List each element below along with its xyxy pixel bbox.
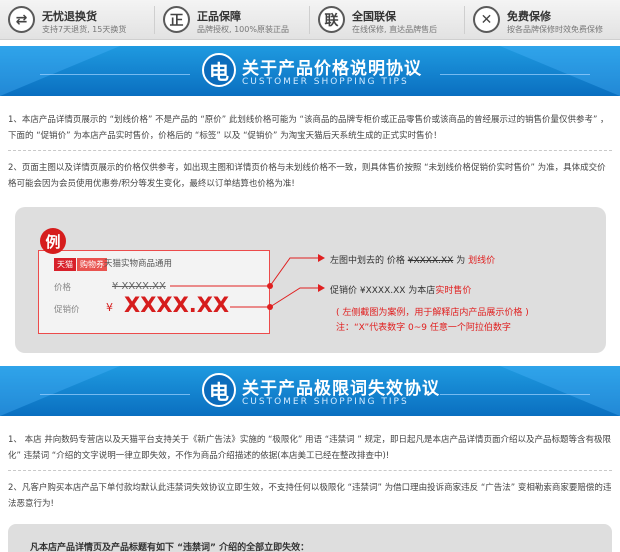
- restricted-paragraph-2: 2、凡客户购买本店产品下单付款均默认此违禁词失效协议立即生效，不支持任何以极限化…: [8, 483, 612, 509]
- example-note-case: ( 左侧截图为案例，用于解释店内产品展示价格 ): [336, 308, 529, 318]
- example-note-crossed: 左图中划去的 价格 ¥XXXX.XX 为 划线价: [330, 256, 496, 266]
- section-header-restricted-words: 电 关于产品极限词失效协议 CUSTOMER SHOPPING TIPS: [0, 366, 620, 416]
- restricted-note-text: 凡本店产品详情页及产品标题有如下 “违禁词” 介绍的全部立即失效：: [30, 543, 310, 552]
- divider: [8, 470, 612, 471]
- section-subtitle: CUSTOMER SHOPPING TIPS: [242, 397, 409, 407]
- store-logo-icon: 电: [202, 373, 236, 407]
- restricted-paragraph-1: 1、 本店 井向数码专营店以及天猫平台支持关于《新广告法》实施的 “极限化” 用…: [8, 435, 611, 461]
- section-title: 关于产品极限词失效协议: [242, 379, 440, 399]
- example-note-promo: 促销价 ¥XXXX.XX 为本店实时售价: [330, 286, 472, 296]
- example-note-digits: 注：“X”代表数字 0~9 任意一个阿拉伯数字: [336, 323, 511, 333]
